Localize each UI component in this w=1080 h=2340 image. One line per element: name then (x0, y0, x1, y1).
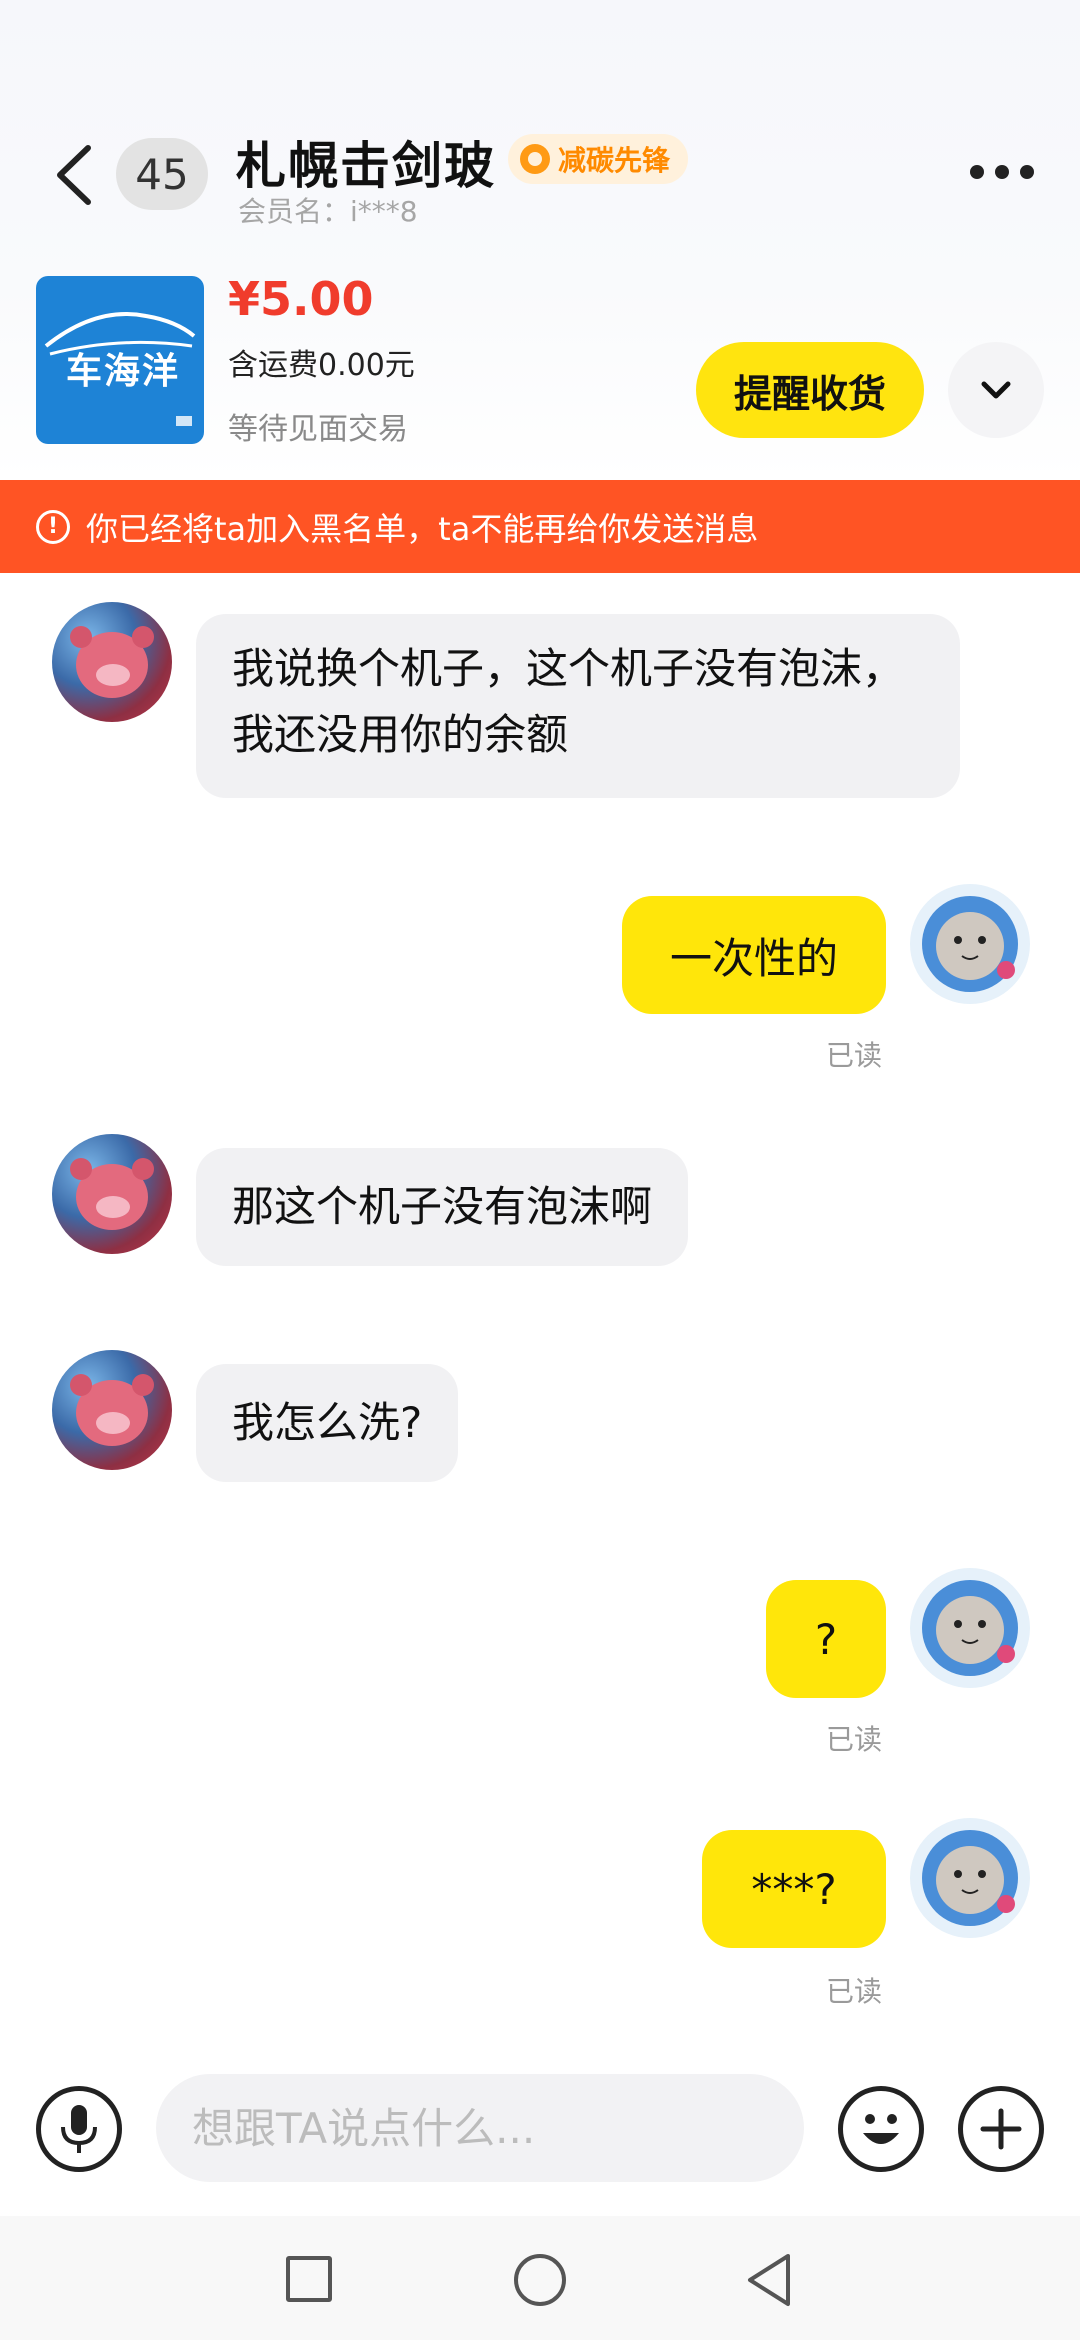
product-price: ¥5.00 (228, 272, 374, 326)
chevron-down-icon (981, 381, 1011, 399)
dot-icon (1020, 165, 1034, 179)
voice-button[interactable] (36, 2086, 122, 2172)
cat-avatar-icon (922, 1830, 1018, 1926)
other-avatar[interactable] (52, 1350, 172, 1470)
warning-text: 你已经将ta加入黑名单，ta不能再给你发送消息 (86, 509, 759, 548)
home-button[interactable] (514, 2254, 566, 2306)
message-bubble[interactable]: 一次性的 (622, 896, 886, 1014)
shipping-fee: 含运费0.00元 (228, 348, 415, 383)
leaf-icon (520, 144, 550, 174)
carbon-pioneer-badge[interactable]: 减碳先锋 (508, 134, 689, 184)
back-button[interactable] (48, 140, 108, 210)
recents-button[interactable] (286, 2256, 332, 2302)
dot-icon (995, 165, 1009, 179)
contact-name[interactable]: 札幌击剑玻 (236, 126, 496, 198)
system-navigation-bar (0, 2216, 1080, 2340)
chat-screen: 45 札幌击剑玻 减碳先锋 会员名：i***8 车海洋 ¥5.00 含运费0.0… (0, 0, 1080, 2340)
message-bubble[interactable]: ? (766, 1580, 886, 1698)
warning-icon: ! (36, 509, 70, 544)
self-avatar[interactable] (910, 884, 1030, 1004)
product-thumbnail[interactable]: 车海洋 (36, 276, 204, 444)
emoji-button[interactable] (838, 2086, 924, 2172)
message-input[interactable] (192, 2103, 772, 2153)
cat-avatar-icon (922, 1580, 1018, 1676)
message-bubble[interactable]: ***? (702, 1830, 886, 1948)
other-avatar[interactable] (52, 1134, 172, 1254)
dot-icon (970, 165, 984, 179)
smiley-icon (863, 2114, 899, 2144)
bear-nose (96, 1196, 130, 1218)
bear-nose (96, 664, 130, 686)
system-back-button[interactable] (744, 2252, 794, 2312)
badge-label: 减碳先锋 (558, 144, 671, 177)
chat-header: 45 札幌击剑玻 减碳先锋 会员名：i***8 车海洋 ¥5.00 含运费0.0… (0, 0, 1080, 480)
self-avatar[interactable] (910, 1568, 1030, 1688)
message-bubble[interactable]: 那这个机子没有泡沫啊 (196, 1148, 689, 1266)
message-input-bar (0, 2060, 1080, 2200)
message-bubble[interactable]: 我怎么洗? (196, 1364, 459, 1482)
member-name: 会员名：i***8 (238, 195, 418, 228)
other-avatar[interactable] (52, 602, 172, 722)
message-bubble[interactable]: 我说换个机子，这个机子没有泡沫，我还没用你的余额 (196, 614, 960, 798)
self-avatar[interactable] (910, 1818, 1030, 1938)
read-status: 已读 (826, 1975, 883, 2008)
add-attachment-button[interactable] (958, 2086, 1044, 2172)
more-options-button[interactable] (970, 160, 1034, 184)
product-brand-text: 车海洋 (66, 350, 181, 392)
message-input-field[interactable] (156, 2074, 804, 2182)
unread-count-badge[interactable]: 45 (116, 138, 208, 210)
chevron-left-icon (57, 145, 91, 205)
read-status: 已读 (826, 1039, 883, 1072)
read-status: 已读 (826, 1723, 883, 1756)
expand-button[interactable] (948, 342, 1044, 438)
order-status: 等待见面交易 (228, 412, 408, 447)
bear-nose (96, 1412, 130, 1434)
triangle-back-icon (748, 2254, 790, 2306)
remind-receipt-button[interactable]: 提醒收货 (696, 342, 924, 438)
blacklist-warning-banner: ! 你已经将ta加入黑名单，ta不能再给你发送消息 (0, 480, 1080, 573)
cat-avatar-icon (922, 896, 1018, 992)
microphone-icon (61, 2105, 97, 2153)
plus-icon (980, 2108, 1022, 2150)
